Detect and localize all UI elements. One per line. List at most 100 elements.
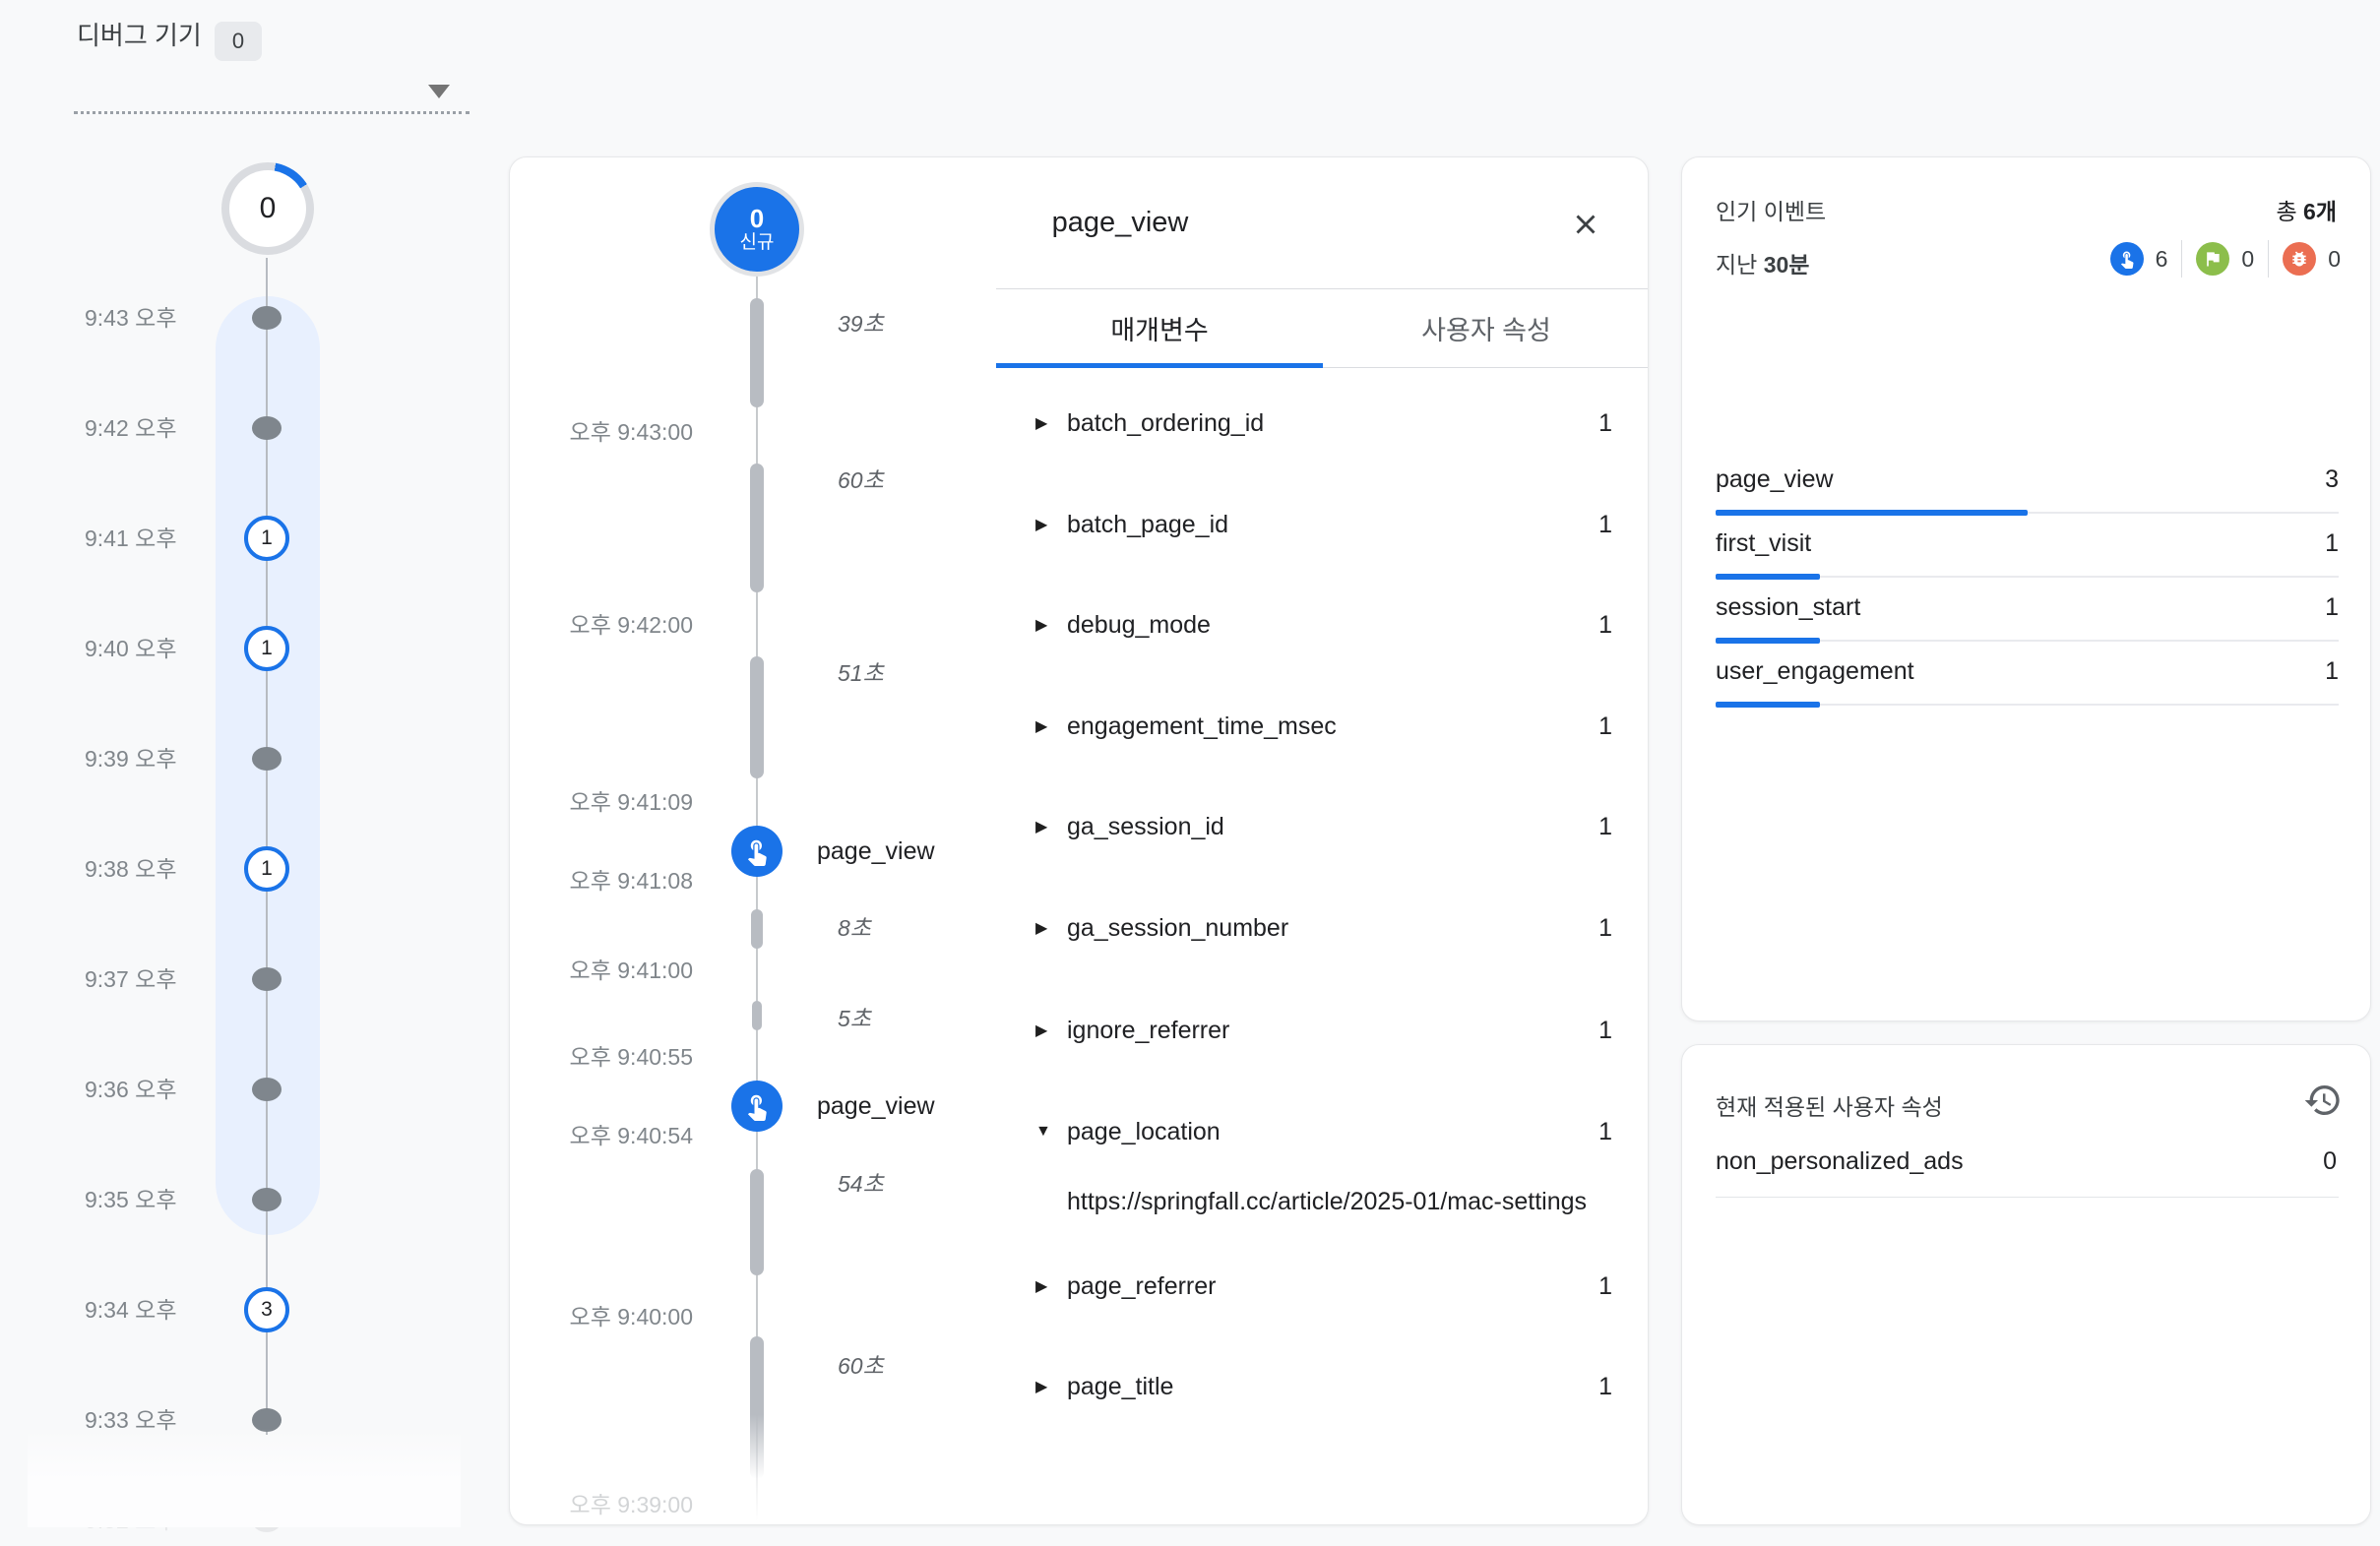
duration-label: 5초 xyxy=(838,1005,871,1032)
parameter-value-detail: https://springfall.cc/article/2025-01/ma… xyxy=(1067,1188,1587,1216)
engagement-segment xyxy=(750,656,764,778)
timestamp-label: 오후 9:40:00 xyxy=(524,1303,693,1330)
minute-label: 9:36 오후 xyxy=(85,1064,218,1115)
top-events-total: 총 6개 xyxy=(2276,193,2337,226)
expand-arrow-icon: ▶ xyxy=(1035,1377,1067,1396)
minute-row: 9:36 오후 xyxy=(0,1064,472,1115)
top-event-row[interactable]: user_engagement 1 xyxy=(1716,646,2339,710)
timestamp-label: 오후 9:41:09 xyxy=(524,788,693,816)
top-events-title: 인기 이벤트 xyxy=(1716,193,1826,226)
minute-event-count-circle[interactable]: 1 xyxy=(244,626,289,671)
engagement-segment xyxy=(750,1336,764,1479)
collapse-arrow-icon: ▼ xyxy=(1035,1123,1067,1141)
minute-row: 9:40 오후 1 xyxy=(0,623,472,674)
minute-label: 9:38 오후 xyxy=(85,843,218,895)
minute-event-count-circle[interactable]: 1 xyxy=(244,846,289,892)
user-property-name: non_personalized_ads xyxy=(1716,1147,1964,1176)
engagement-segment xyxy=(752,1001,762,1030)
duration-label: 54초 xyxy=(838,1170,884,1198)
expand-arrow-icon: ▶ xyxy=(1035,716,1067,736)
parameter-row[interactable]: ▶ engagement_time_msec 1 xyxy=(1035,705,1612,748)
minute-row: 9:42 오후 xyxy=(0,402,472,454)
timestamp-label: 오후 9:43:00 xyxy=(524,418,693,446)
detail-tabs: 매개변수 사용자 속성 xyxy=(996,289,1649,368)
top-event-row[interactable]: session_start 1 xyxy=(1716,582,2339,646)
minute-label: 9:41 오후 xyxy=(85,513,218,564)
expand-arrow-icon: ▶ xyxy=(1035,918,1067,938)
minute-row: 9:34 오후 3 xyxy=(0,1284,472,1335)
parameter-row[interactable]: ▶ ga_session_number 1 xyxy=(1035,906,1612,950)
parameter-row[interactable]: ▶ page_referrer 1 xyxy=(1035,1265,1612,1308)
engagement-segment xyxy=(750,1169,764,1275)
minute-event-count-circle[interactable]: 1 xyxy=(244,516,289,561)
top-event-row[interactable]: first_visit 1 xyxy=(1716,518,2339,582)
history-icon[interactable] xyxy=(2303,1081,2343,1120)
event-type-counters: 6 0 0 xyxy=(2110,238,2341,279)
parameter-row[interactable]: ▶ batch_page_id 1 xyxy=(1035,503,1612,546)
bug-events-count: 0 xyxy=(2328,246,2341,273)
expand-arrow-icon: ▶ xyxy=(1035,615,1067,635)
event-detail-title: page_view xyxy=(835,207,1406,239)
engagement-segment xyxy=(750,464,764,592)
expand-arrow-icon: ▶ xyxy=(1035,413,1067,433)
minute-label: 9:35 오후 xyxy=(85,1174,218,1225)
event-count-bar xyxy=(1716,510,2028,516)
parameter-row[interactable]: ▶ debug_mode 1 xyxy=(1035,603,1612,647)
timeline-event-name[interactable]: page_view xyxy=(817,1091,935,1121)
current-minute-counter: 0 xyxy=(221,162,314,255)
touch-events-icon[interactable] xyxy=(2110,242,2144,276)
minute-row: 9:38 오후 1 xyxy=(0,843,472,895)
duration-label: 51초 xyxy=(838,659,884,687)
minute-row: 9:39 오후 xyxy=(0,733,472,784)
new-events-badge: 0 신규 xyxy=(710,182,804,277)
debug-device-count-badge: 0 xyxy=(215,22,262,61)
tab-parameters[interactable]: 매개변수 xyxy=(996,289,1323,367)
timestamp-label: 오후 9:41:08 xyxy=(524,867,693,895)
tap-event-icon[interactable] xyxy=(731,1081,783,1132)
duration-label: 39초 xyxy=(838,310,884,338)
duration-label: 8초 xyxy=(838,914,871,942)
bug-icon[interactable] xyxy=(2283,242,2316,276)
parameter-row[interactable]: ▼ page_location 1 xyxy=(1035,1110,1612,1153)
expand-arrow-icon: ▶ xyxy=(1035,1276,1067,1296)
expand-arrow-icon: ▶ xyxy=(1035,817,1067,836)
minute-dot xyxy=(252,1188,282,1211)
parameter-row[interactable]: ▶ ga_session_id 1 xyxy=(1035,805,1612,848)
minute-event-count-circle[interactable]: 3 xyxy=(244,1287,289,1332)
flag-events-count: 0 xyxy=(2241,246,2254,273)
parameter-row[interactable]: ▶ ignore_referrer 1 xyxy=(1035,1009,1612,1052)
minute-label: 9:42 오후 xyxy=(85,402,218,454)
event-detail-panel: 0 신규 39초 60초 51초 8초 5초 54초 60초 오후 9:43:0… xyxy=(509,156,1649,1525)
engagement-segment xyxy=(750,298,764,407)
minute-dot xyxy=(252,1078,282,1101)
minute-dot xyxy=(252,306,282,330)
timestamp-label: 오후 9:40:54 xyxy=(524,1122,693,1149)
top-event-row[interactable]: page_view 3 xyxy=(1716,454,2339,518)
close-icon[interactable] xyxy=(1569,208,1602,241)
tab-user-properties[interactable]: 사용자 속성 xyxy=(1323,289,1649,367)
engagement-segment xyxy=(751,909,763,949)
session-timeline-axis xyxy=(756,274,758,1521)
minute-row: 9:43 오후 xyxy=(0,292,472,343)
minute-label: 9:37 오후 xyxy=(85,954,218,1005)
parameter-row[interactable]: ▶ page_title 1 xyxy=(1035,1365,1612,1408)
timeline-event-name[interactable]: page_view xyxy=(817,836,935,866)
minute-label: 9:40 오후 xyxy=(85,623,218,674)
timestamp-label: 오후 9:40:55 xyxy=(524,1043,693,1071)
counter-divider xyxy=(2268,240,2269,278)
minute-label: 9:43 오후 xyxy=(85,292,218,343)
counter-divider xyxy=(2181,240,2182,278)
flag-icon[interactable] xyxy=(2196,242,2229,276)
parameter-row[interactable]: ▶ batch_ordering_id 1 xyxy=(1035,402,1612,445)
timestamp-label: 오후 9:39:00 xyxy=(524,1491,693,1518)
duration-label: 60초 xyxy=(838,1352,884,1380)
minute-dot xyxy=(252,967,282,991)
device-select-dropdown[interactable] xyxy=(74,57,470,114)
tap-event-icon[interactable] xyxy=(731,826,783,877)
top-events-card: 인기 이벤트 총 6개 지난 30분 6 0 0 page_view 3 fir… xyxy=(1681,156,2371,1021)
expand-arrow-icon: ▶ xyxy=(1035,515,1067,534)
user-property-value: 0 xyxy=(2323,1147,2337,1176)
touch-events-count: 6 xyxy=(2156,246,2168,273)
event-count-bar xyxy=(1716,702,1820,708)
debug-devices-title: 디버그 기기 xyxy=(77,16,202,52)
